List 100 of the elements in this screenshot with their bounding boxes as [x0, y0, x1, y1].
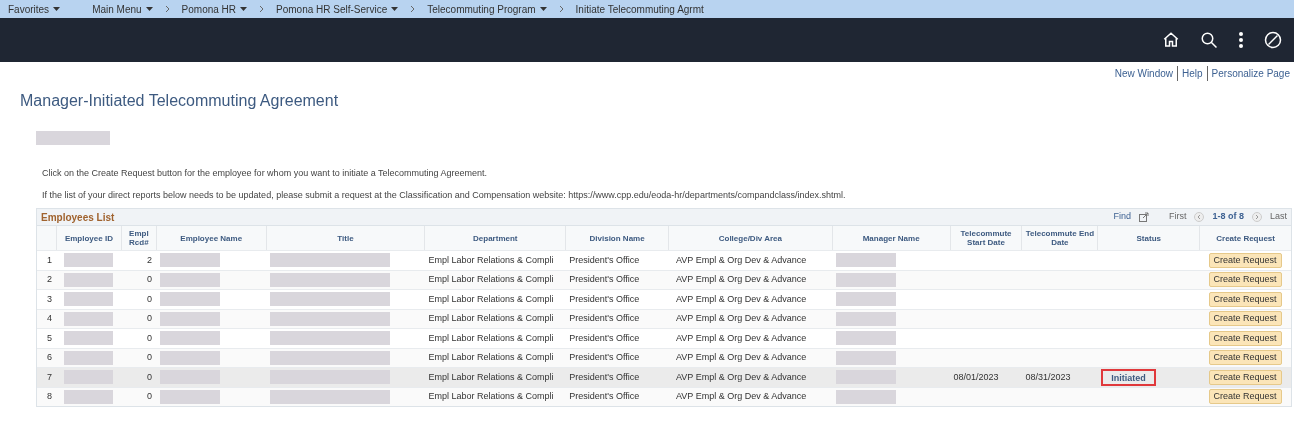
column-header: Employee ID: [64, 233, 113, 243]
table-cell: 0: [146, 371, 152, 382]
table-cell: 0: [146, 274, 152, 284]
column-header: Telecommute End Date: [1024, 229, 1096, 247]
create-request-button[interactable]: Create Request: [1208, 272, 1282, 288]
caret-icon: [539, 7, 547, 11]
redacted-block: [835, 331, 896, 346]
breadcrumb-link[interactable]: Pomona HR Self-Service: [276, 1, 399, 17]
redacted-block: [63, 350, 113, 365]
breadcrumb-link[interactable]: Initiate Telecommuting Agrmt: [575, 1, 704, 17]
table-cell: AVP Empl & Org Dev & Advance: [676, 293, 807, 304]
chevron-icon: [164, 5, 170, 13]
table-cell: AVP Empl & Org Dev & Advance: [676, 332, 807, 343]
table-cell: AVP Empl & Org Dev & Advance: [676, 313, 807, 323]
table-cell: AVP Empl & Org Dev & Advance: [676, 371, 807, 382]
row-number: 6: [46, 352, 52, 362]
status-text: Initiated: [1111, 372, 1146, 383]
redacted-block: [63, 292, 113, 307]
next-icon[interactable]: [1252, 212, 1262, 222]
row-number: 8: [46, 391, 52, 401]
breadcrumb-link[interactable]: Main Menu: [92, 1, 153, 17]
table-cell: President's Office: [569, 274, 640, 284]
redacted-block: [159, 272, 220, 287]
breadcrumb-link[interactable]: Favorites: [8, 1, 61, 17]
table-cell: 08/31/2023: [1025, 371, 1071, 382]
chevron-icon: [410, 5, 416, 13]
redacted-block: [835, 272, 896, 287]
column-header: Empl Rcd#: [128, 229, 150, 247]
page-link[interactable]: New Window: [1114, 66, 1174, 81]
create-request-button[interactable]: Create Request: [1208, 311, 1282, 327]
redacted-block: [63, 253, 113, 268]
row-number: 5: [46, 332, 52, 343]
row-number: 7: [46, 371, 52, 382]
redacted-block: [63, 272, 113, 287]
table-cell: Empl Labor Relations & Compli: [428, 352, 554, 362]
column-header: Department: [473, 233, 518, 243]
table-cell: 0: [146, 313, 152, 323]
table-cell: AVP Empl & Org Dev & Advance: [676, 274, 807, 284]
table-cell: Empl Labor Relations & Compli: [428, 313, 554, 323]
page-title: Manager-Initiated Telecommuting Agreement: [20, 91, 340, 111]
redacted-block: [159, 331, 220, 346]
create-request-button[interactable]: Create Request: [1208, 389, 1282, 405]
table-cell: AVP Empl & Org Dev & Advance: [676, 254, 807, 265]
column-header: Employee Name: [180, 233, 243, 243]
table-cell: Empl Labor Relations & Compli: [428, 254, 554, 265]
search-icon[interactable]: [1200, 31, 1218, 49]
caret-icon: [240, 7, 248, 11]
previous-icon[interactable]: [1194, 212, 1205, 222]
redacted-block: [63, 389, 113, 404]
caret-icon: [53, 7, 61, 11]
breadcrumb-link[interactable]: Telecommuting Program: [427, 1, 547, 17]
last-label: Last: [1270, 210, 1287, 224]
column-header: Title: [337, 233, 354, 243]
table-cell: Empl Labor Relations & Compli: [428, 293, 554, 304]
redacted-block: [835, 350, 896, 365]
table-cell: 0: [146, 332, 152, 343]
table-cell: President's Office: [569, 332, 640, 343]
column-header: Status: [1136, 233, 1161, 243]
row-number: 2: [46, 274, 52, 284]
redacted-block: [63, 311, 113, 326]
row-number: 1: [46, 254, 52, 265]
redacted-block: [63, 331, 113, 346]
redacted-block: [835, 292, 896, 307]
find-link[interactable]: Find: [1113, 210, 1131, 224]
table-cell: 2: [146, 254, 152, 265]
redacted-block: [835, 253, 896, 268]
create-request-button[interactable]: Create Request: [1208, 330, 1282, 346]
home-icon[interactable]: [1162, 31, 1180, 49]
column-header: Telecommute Start Date: [959, 229, 1013, 247]
create-request-button[interactable]: Create Request: [1208, 291, 1282, 307]
redacted-block: [159, 311, 220, 326]
page-link[interactable]: Personalize Page: [1206, 66, 1290, 81]
page-link[interactable]: Help: [1177, 66, 1203, 81]
create-request-button[interactable]: Create Request: [1208, 369, 1282, 385]
chevron-icon: [259, 5, 265, 13]
table-cell: Empl Labor Relations & Compli: [428, 391, 554, 401]
table-cell: Empl Labor Relations & Compli: [428, 371, 554, 382]
instruction-text: If the list of your direct reports below needs to be updated, please submit a request at the Classification and Compensation website: https://www.cpp.edu/eoda-hr/departments/compandclass/index.shtml.: [42, 188, 847, 202]
column-header: Division Name: [589, 233, 645, 243]
row-range: 1-8 of 8: [1212, 210, 1244, 224]
table-cell: President's Office: [569, 254, 640, 265]
create-request-button[interactable]: Create Request: [1208, 350, 1282, 366]
table-cell: President's Office: [569, 371, 640, 382]
column-header: Manager Name: [862, 233, 920, 243]
view-all-icon[interactable]: [1138, 212, 1149, 222]
no-symbol-icon[interactable]: [1264, 31, 1282, 49]
table-cell: 0: [146, 352, 152, 362]
row-number: 4: [46, 313, 52, 323]
table-cell: President's Office: [569, 391, 640, 401]
table-cell: 08/01/2023: [953, 371, 999, 382]
chevron-icon: [558, 5, 564, 13]
table-cell: Empl Labor Relations & Compli: [428, 274, 554, 284]
breadcrumb-link[interactable]: Pomona HR: [181, 1, 248, 17]
redacted-block: [835, 389, 896, 404]
table-cell: President's Office: [569, 313, 640, 323]
redacted-block: [159, 350, 220, 365]
create-request-button[interactable]: Create Request: [1208, 252, 1282, 268]
caret-icon: [145, 7, 153, 11]
instruction-text: Click on the Create Request button for the employee for whom you want to initiate a Telecommuting Agreement.: [42, 167, 489, 180]
more-options-icon[interactable]: [1238, 31, 1244, 49]
